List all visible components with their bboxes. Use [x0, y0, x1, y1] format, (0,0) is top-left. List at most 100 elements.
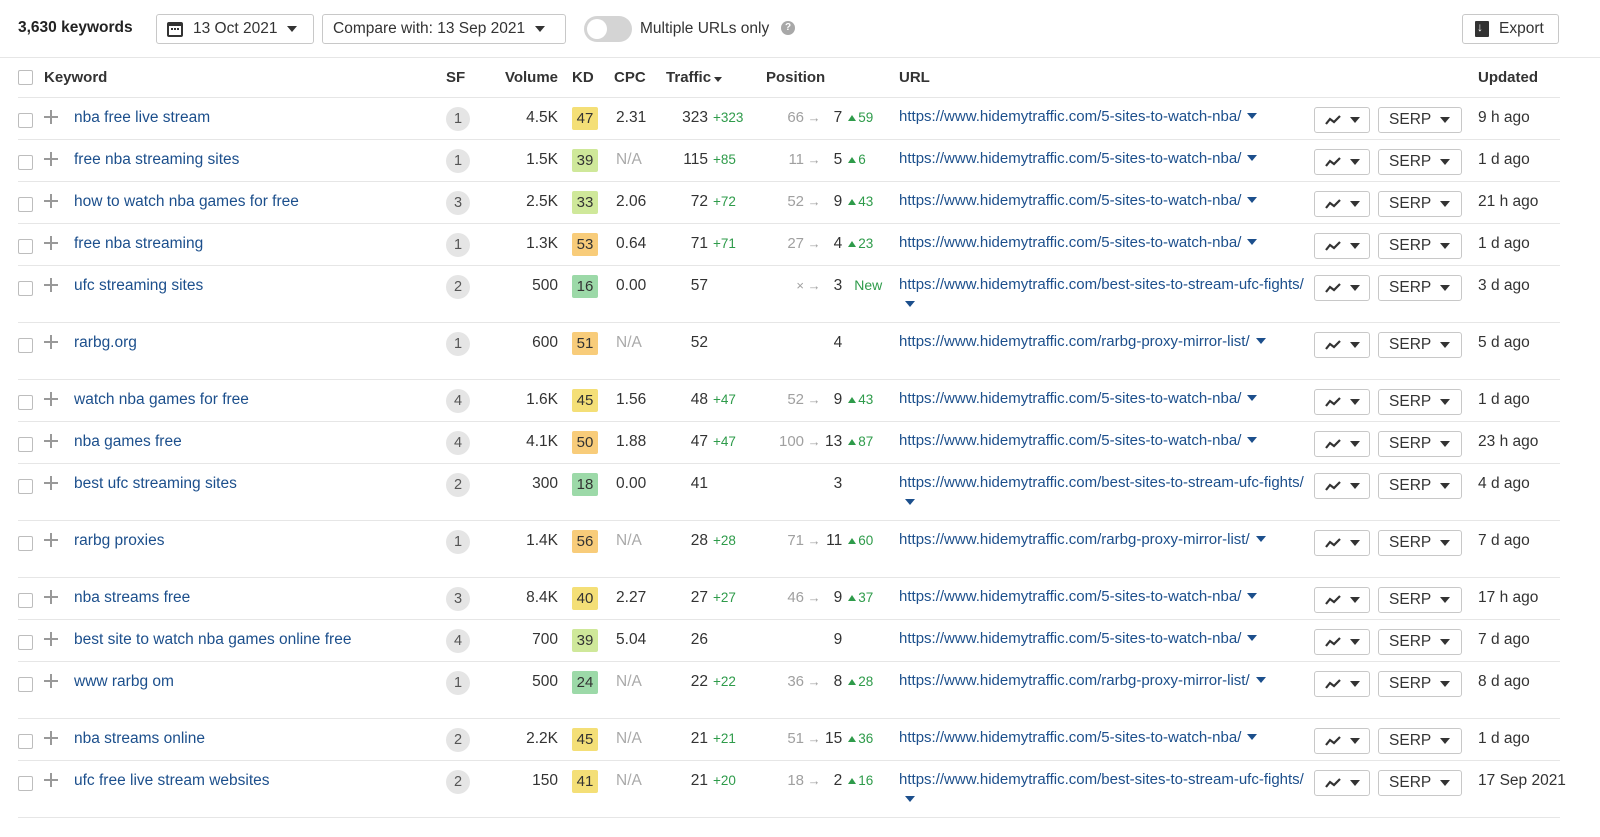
plus-icon[interactable]: [44, 109, 58, 124]
chevron-down-icon[interactable]: [905, 300, 916, 307]
plus-icon[interactable]: [44, 235, 58, 250]
plus-icon[interactable]: [44, 277, 58, 292]
row-checkbox[interactable]: [18, 676, 33, 692]
sf-badge[interactable]: 1: [446, 529, 471, 554]
sf-badge[interactable]: 2: [446, 727, 471, 752]
url-link[interactable]: https://www.hidemytraffic.com/5-sites-to…: [899, 192, 1241, 209]
position-history-button[interactable]: [1314, 106, 1371, 133]
serp-button[interactable]: SERP: [1378, 232, 1463, 259]
keyword-link[interactable]: www rarbg om: [74, 673, 174, 690]
row-checkbox[interactable]: [18, 280, 33, 296]
row-checkbox[interactable]: [18, 337, 33, 353]
sf-badge[interactable]: 4: [446, 388, 471, 413]
position-history-button[interactable]: [1314, 727, 1371, 754]
row-checkbox[interactable]: [18, 592, 33, 608]
url-link[interactable]: https://www.hidemytraffic.com/rarbg-prox…: [899, 531, 1250, 548]
sf-badge[interactable]: 1: [446, 232, 471, 257]
url-link[interactable]: https://www.hidemytraffic.com/best-sites…: [899, 474, 1304, 491]
plus-icon[interactable]: [44, 193, 58, 208]
date-picker[interactable]: 13 Oct 2021: [156, 14, 314, 44]
position-history-button[interactable]: [1314, 430, 1371, 457]
header-traffic[interactable]: Traffic: [666, 58, 767, 98]
position-history-button[interactable]: [1314, 388, 1371, 415]
header-kd[interactable]: KD: [572, 58, 615, 98]
position-history-button[interactable]: [1314, 769, 1371, 796]
serp-button[interactable]: SERP: [1378, 586, 1463, 613]
chevron-down-icon[interactable]: [1247, 436, 1258, 443]
keyword-link[interactable]: free nba streaming: [74, 235, 203, 252]
keyword-link[interactable]: rarbg.org: [74, 334, 137, 351]
serp-button[interactable]: SERP: [1378, 727, 1463, 754]
keyword-link[interactable]: ufc free live stream websites: [74, 772, 270, 789]
position-history-button[interactable]: [1314, 190, 1371, 217]
keyword-link[interactable]: nba streams free: [74, 589, 190, 606]
sf-badge[interactable]: 2: [446, 769, 471, 794]
chevron-down-icon[interactable]: [1255, 337, 1266, 344]
row-checkbox[interactable]: [18, 238, 33, 254]
keyword-link[interactable]: ufc streaming sites: [74, 277, 203, 294]
keyword-link[interactable]: watch nba games for free: [74, 391, 249, 408]
plus-icon[interactable]: [44, 673, 58, 688]
sf-badge[interactable]: 2: [446, 274, 471, 299]
chevron-down-icon[interactable]: [905, 498, 916, 505]
row-checkbox[interactable]: [18, 535, 33, 551]
chevron-down-icon[interactable]: [1255, 535, 1266, 542]
header-updated[interactable]: Updated: [1478, 58, 1561, 98]
plus-icon[interactable]: [44, 589, 58, 604]
keyword-link[interactable]: nba free live stream: [74, 109, 210, 126]
row-checkbox[interactable]: [18, 112, 33, 128]
keyword-link[interactable]: best ufc streaming sites: [74, 475, 237, 492]
row-checkbox[interactable]: [18, 775, 33, 791]
position-history-button[interactable]: [1314, 274, 1371, 301]
url-link[interactable]: https://www.hidemytraffic.com/5-sites-to…: [899, 234, 1241, 251]
chevron-down-icon[interactable]: [1247, 112, 1258, 119]
chevron-down-icon[interactable]: [1247, 154, 1258, 161]
position-history-button[interactable]: [1314, 232, 1371, 259]
url-link[interactable]: https://www.hidemytraffic.com/rarbg-prox…: [899, 672, 1250, 689]
serp-button[interactable]: SERP: [1378, 190, 1463, 217]
header-keyword[interactable]: Keyword: [44, 58, 447, 98]
header-cpc[interactable]: CPC: [614, 58, 667, 98]
keyword-link[interactable]: nba streams online: [74, 730, 205, 747]
url-link[interactable]: https://www.hidemytraffic.com/rarbg-prox…: [899, 333, 1250, 350]
serp-button[interactable]: SERP: [1378, 430, 1463, 457]
sf-badge[interactable]: 3: [446, 586, 471, 611]
plus-icon[interactable]: [44, 772, 58, 787]
plus-icon[interactable]: [44, 391, 58, 406]
chevron-down-icon[interactable]: [1247, 733, 1258, 740]
serp-button[interactable]: SERP: [1378, 670, 1463, 697]
row-checkbox[interactable]: [18, 733, 33, 749]
chevron-down-icon[interactable]: [1247, 238, 1258, 245]
plus-icon[interactable]: [44, 151, 58, 166]
chevron-down-icon[interactable]: [1255, 676, 1266, 683]
url-link[interactable]: https://www.hidemytraffic.com/5-sites-to…: [899, 108, 1241, 125]
position-history-button[interactable]: [1314, 670, 1371, 697]
plus-icon[interactable]: [44, 730, 58, 745]
sf-badge[interactable]: 2: [446, 472, 471, 497]
chevron-down-icon[interactable]: [1247, 394, 1258, 401]
serp-button[interactable]: SERP: [1378, 331, 1463, 358]
multiple-urls-toggle[interactable]: [584, 16, 632, 42]
sf-badge[interactable]: 1: [446, 148, 471, 173]
plus-icon[interactable]: [44, 433, 58, 448]
compare-dropdown[interactable]: Compare with: 13 Sep 2021: [322, 14, 566, 44]
plus-icon[interactable]: [44, 532, 58, 547]
sf-badge[interactable]: 4: [446, 628, 471, 653]
select-all-checkbox[interactable]: [18, 70, 33, 86]
header-volume[interactable]: Volume: [490, 58, 573, 98]
keyword-link[interactable]: free nba streaming sites: [74, 151, 239, 168]
row-checkbox[interactable]: [18, 634, 33, 650]
keyword-link[interactable]: best site to watch nba games online free: [74, 631, 351, 648]
serp-button[interactable]: SERP: [1378, 148, 1463, 175]
keyword-link[interactable]: nba games free: [74, 433, 182, 450]
keyword-link[interactable]: rarbg proxies: [74, 532, 164, 549]
url-link[interactable]: https://www.hidemytraffic.com/5-sites-to…: [899, 630, 1241, 647]
header-sf[interactable]: SF: [446, 58, 491, 98]
serp-button[interactable]: SERP: [1378, 274, 1463, 301]
sf-badge[interactable]: 4: [446, 430, 471, 455]
url-link[interactable]: https://www.hidemytraffic.com/5-sites-to…: [899, 390, 1241, 407]
serp-button[interactable]: SERP: [1378, 628, 1463, 655]
row-checkbox[interactable]: [18, 154, 33, 170]
header-url[interactable]: URL: [899, 58, 1315, 98]
sf-badge[interactable]: 1: [446, 331, 471, 356]
